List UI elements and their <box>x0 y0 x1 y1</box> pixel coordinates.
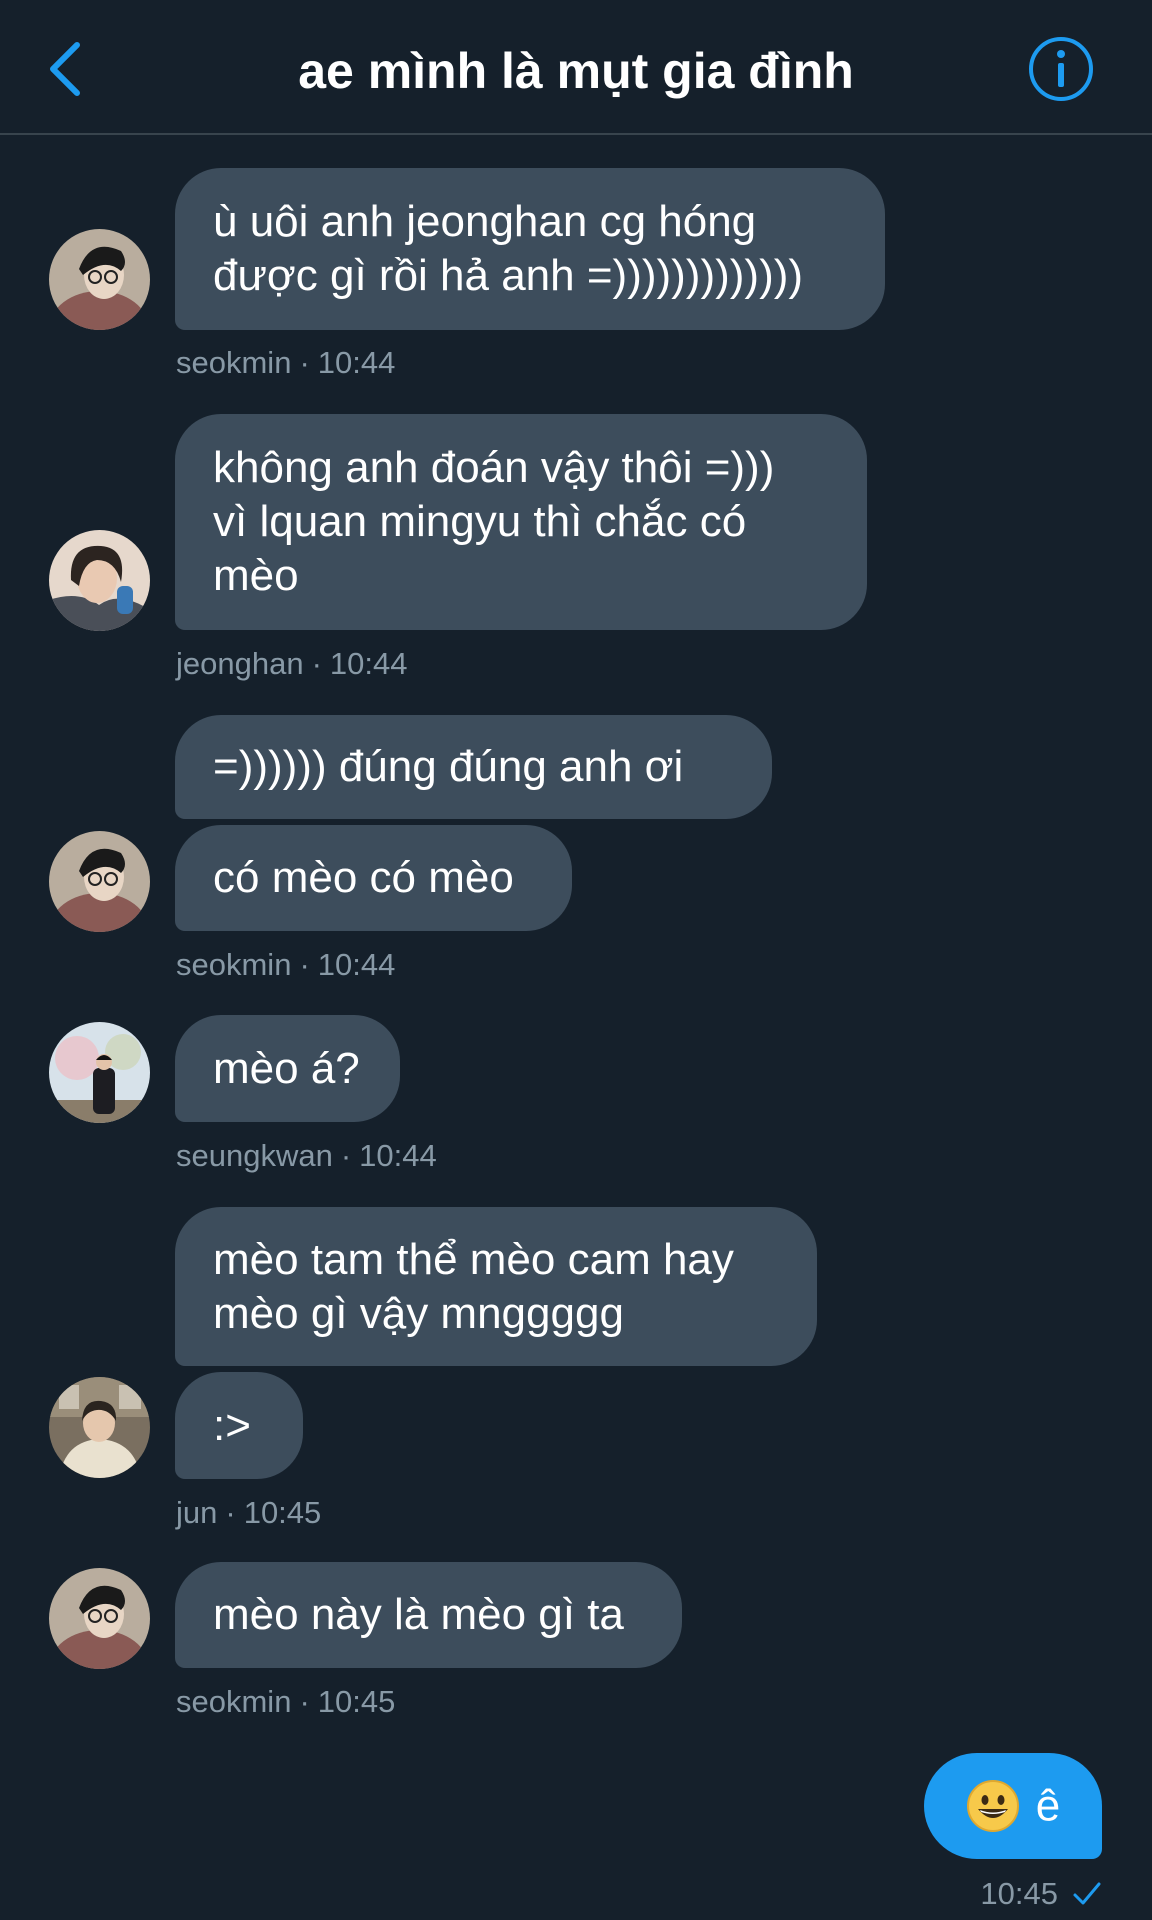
message-bubble[interactable]: mèo á? <box>175 1015 400 1122</box>
sender-name: jun <box>176 1495 218 1530</box>
my-message-text: ê <box>1035 1781 1061 1830</box>
message-bubble[interactable]: mèo này là mèo gì ta <box>175 1562 682 1668</box>
message-meta: jeonghan · 10:44 <box>176 646 407 682</box>
my-message-meta: 10:45 <box>980 1876 1102 1912</box>
sender-name: seokmin <box>176 947 292 982</box>
avatar-seokmin[interactable] <box>49 1568 150 1669</box>
avatar-jeonghan[interactable] <box>49 530 150 631</box>
message-bubble[interactable]: =)))))) đúng đúng anh ơi <box>175 715 772 819</box>
message-bubble[interactable]: mèo tam thể mèo cam hay mèo gì vậy mnggg… <box>175 1207 817 1366</box>
info-button[interactable] <box>1028 36 1094 102</box>
dm-conversation-screen: ae mình là mụt gia đình ù uôi anh jeongh… <box>0 0 1152 1920</box>
my-message-bubble[interactable]: ê <box>924 1753 1102 1859</box>
meta-separator: · <box>299 947 310 982</box>
avatar-seokmin[interactable] <box>49 831 150 932</box>
conversation-header: ae mình là mụt gia đình <box>0 0 1152 135</box>
message-time: 10:44 <box>317 345 396 380</box>
meta-separator: · <box>340 1138 352 1173</box>
meta-separator: · <box>311 646 322 681</box>
avatar-jun[interactable] <box>49 1377 150 1478</box>
conversation-title[interactable]: ae mình là mụt gia đình <box>150 42 1002 100</box>
back-button[interactable] <box>40 34 90 104</box>
meta-separator: · <box>299 1684 310 1719</box>
message-bubble[interactable]: :> <box>175 1372 303 1479</box>
message-bubble[interactable]: có mèo có mèo <box>175 825 572 931</box>
info-icon <box>1029 37 1093 101</box>
message-meta: jun · 10:45 <box>176 1495 321 1531</box>
sender-name: seokmin <box>176 345 292 380</box>
grinning-face-emoji <box>966 1780 1019 1832</box>
chevron-left-icon <box>50 42 80 96</box>
message-meta: seokmin · 10:45 <box>176 1684 395 1720</box>
avatar-seungkwan[interactable] <box>49 1022 150 1123</box>
message-time: 10:45 <box>317 1684 396 1719</box>
message-time: 10:44 <box>317 947 396 982</box>
message-bubble[interactable]: không anh đoán vậy thôi =))) vì lquan mi… <box>175 414 867 630</box>
message-time: 10:44 <box>359 1138 437 1173</box>
sender-name: jeonghan <box>176 646 304 681</box>
message-time: 10:45 <box>243 1495 322 1530</box>
checkmark-icon <box>1073 1882 1101 1905</box>
message-meta: seungkwan · 10:44 <box>176 1138 437 1174</box>
message-meta: seokmin · 10:44 <box>176 345 395 381</box>
meta-separator: · <box>299 345 310 380</box>
sender-name: seungkwan <box>176 1138 333 1173</box>
message-time: 10:45 <box>980 1876 1058 1911</box>
message-bubble[interactable]: ù uôi anh jeonghan cg hóng được gì rồi h… <box>175 168 885 330</box>
avatar-seokmin[interactable] <box>49 229 150 330</box>
message-time: 10:44 <box>329 646 408 681</box>
sender-name: seokmin <box>176 1684 292 1719</box>
message-meta: seokmin · 10:44 <box>176 947 395 983</box>
meta-separator: · <box>225 1495 236 1530</box>
